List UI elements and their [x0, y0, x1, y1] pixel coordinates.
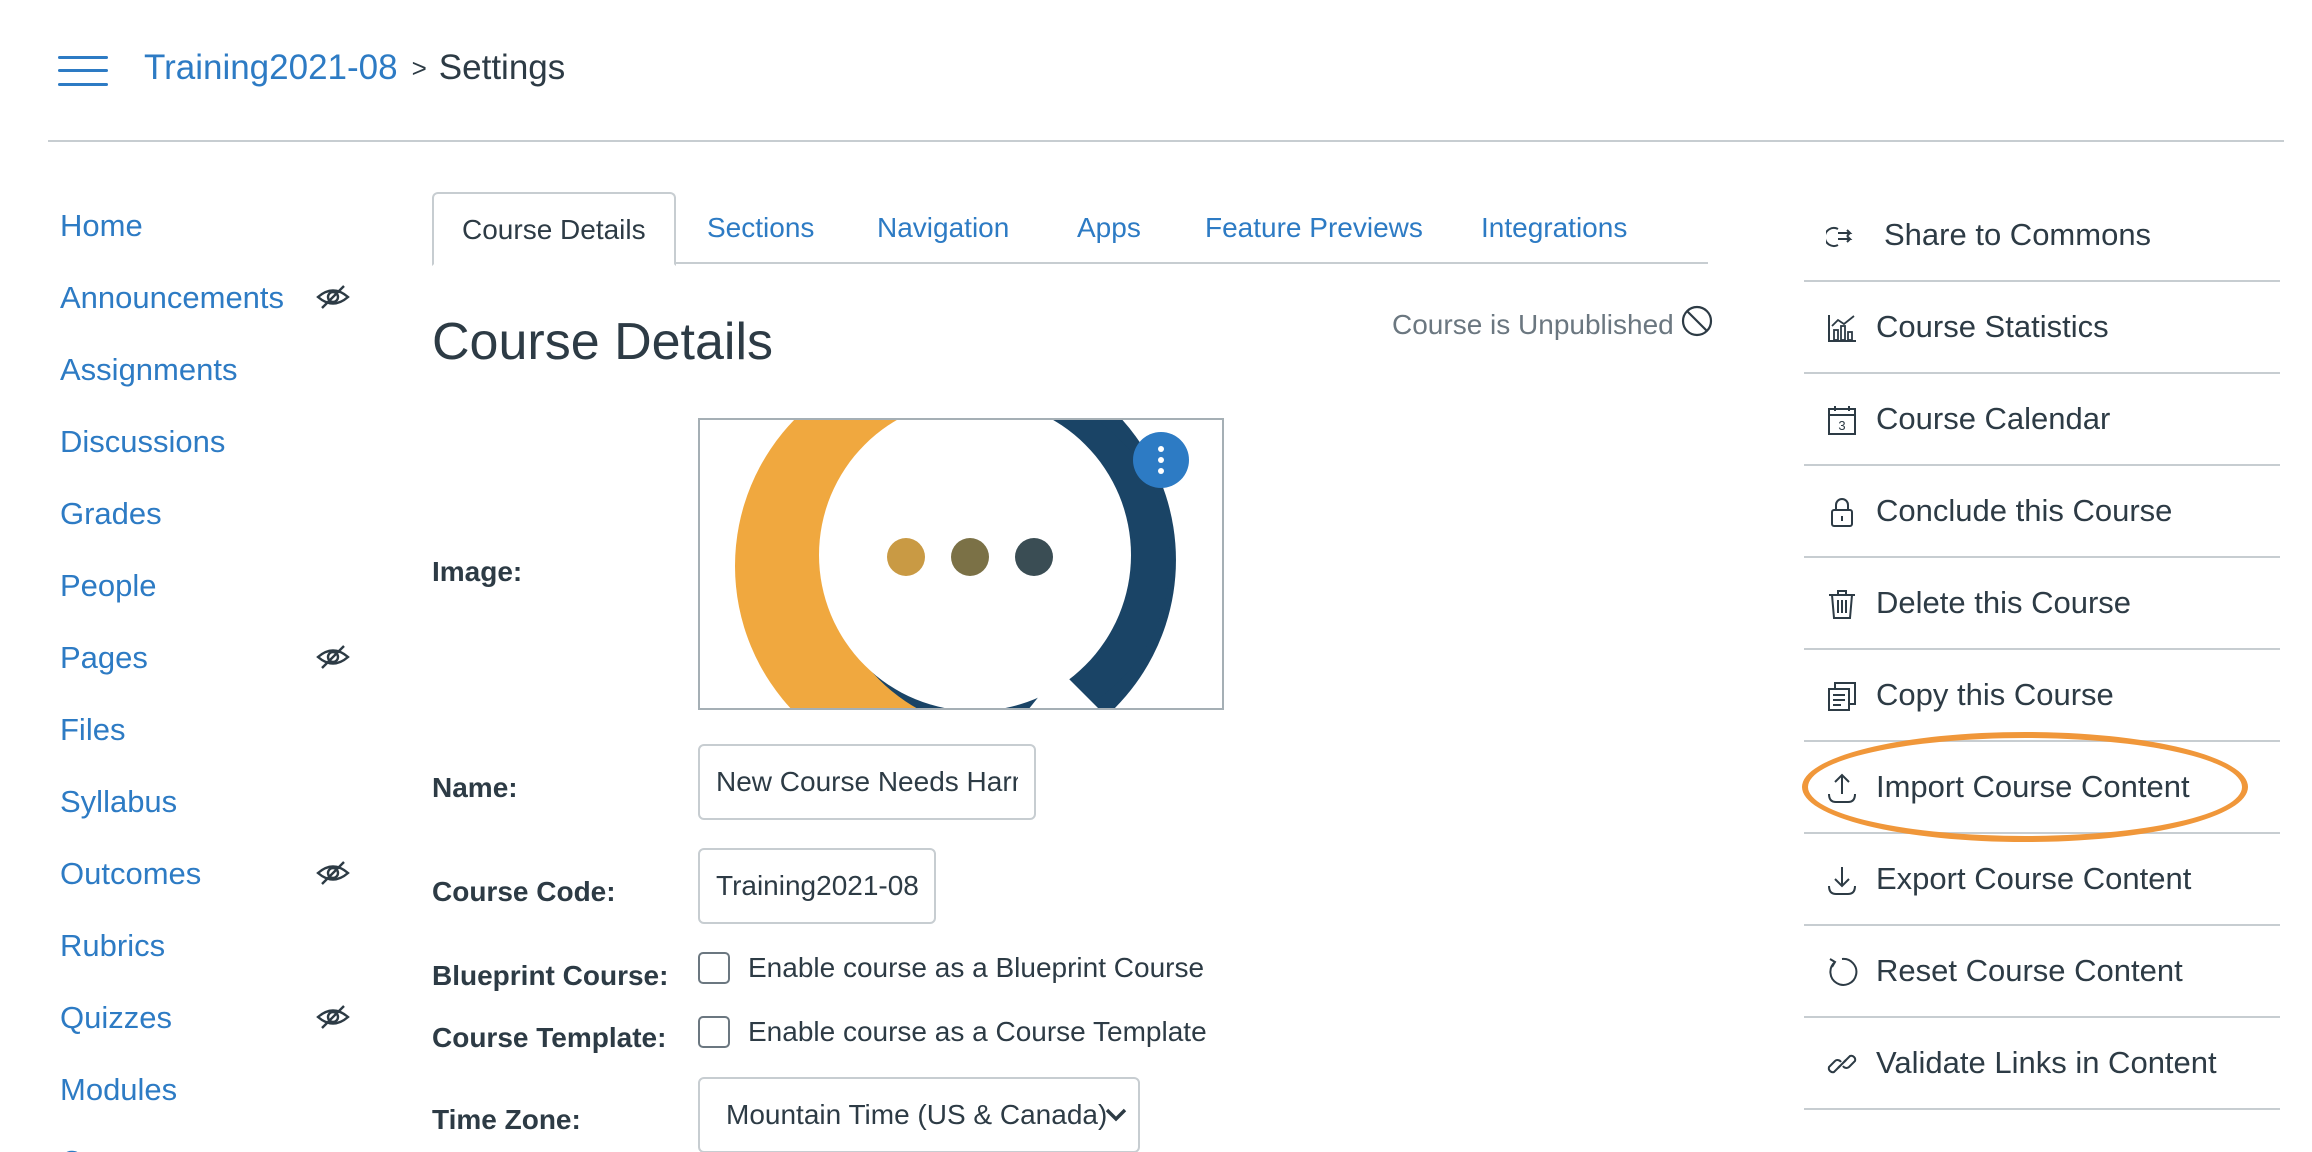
breadcrumb: Training2021-08 > Settings [144, 44, 565, 92]
publish-status: Course is Unpublished [1392, 304, 1714, 346]
nav-item-home[interactable]: Home [60, 190, 360, 262]
tab-course-details[interactable]: Course Details [432, 192, 676, 266]
import-course-content-button[interactable]: Import Course Content [1804, 742, 2280, 834]
validate-links-button[interactable]: Validate Links in Content [1804, 1018, 2280, 1110]
breadcrumb-course-link[interactable]: Training2021-08 [144, 48, 398, 87]
nav-item-people[interactable]: People [60, 550, 360, 622]
delete-course-button[interactable]: Delete this Course [1804, 558, 2280, 650]
tab-integrations[interactable]: Integrations [1481, 192, 1627, 264]
settings-tabs: Course Details Sections Navigation Apps … [432, 192, 1708, 266]
share-to-commons-label: Share to Commons [1884, 217, 2152, 252]
hidden-eye-icon [316, 861, 350, 885]
nav-item-modules[interactable]: Modules [60, 1054, 360, 1126]
tab-navigation[interactable]: Navigation [877, 192, 1009, 264]
page-title: Course Details [432, 313, 774, 371]
image-options-button[interactable] [1133, 432, 1189, 488]
breadcrumb-current: Settings [438, 48, 566, 87]
course-navigation: Home Announcements Assignments Discussio… [60, 190, 360, 1152]
share-to-commons-button[interactable]: Share to Commons [1804, 190, 2280, 282]
nav-item-pages[interactable]: Pages [60, 622, 360, 694]
nav-item-announcements[interactable]: Announcements [60, 262, 360, 334]
reset-icon [1829, 957, 1858, 986]
nav-item-files[interactable]: Files [60, 694, 360, 766]
breadcrumb-separator: > [411, 53, 427, 83]
timezone-label: Time Zone: [432, 1104, 581, 1135]
lock-icon [1831, 498, 1853, 527]
nav-item-syllabus[interactable]: Syllabus [60, 766, 360, 838]
delete-course-label: Delete this Course [1876, 585, 2132, 620]
link-icon [1827, 1054, 1857, 1074]
validate-links-label: Validate Links in Content [1876, 1045, 2217, 1080]
page-header: Training2021-08 > Settings [48, 0, 2284, 142]
tab-sections[interactable]: Sections [707, 192, 814, 264]
course-actions-sidebar: Share to Commons Course Statistics 3 Cou… [1804, 190, 2280, 1110]
export-course-content-button[interactable]: Export Course Content [1804, 834, 2280, 926]
publish-status-text: Course is Unpublished [1392, 309, 1674, 340]
calendar-day: 3 [1838, 418, 1845, 433]
trash-icon [1829, 590, 1855, 619]
hamburger-menu-icon[interactable] [58, 54, 108, 88]
template-label: Course Template: [432, 1022, 667, 1053]
blueprint-checkbox[interactable] [698, 952, 730, 984]
nav-item-rubrics[interactable]: Rubrics [60, 910, 360, 982]
import-course-content-label: Import Course Content [1876, 769, 2190, 804]
name-label: Name: [432, 772, 518, 803]
nav-item-assignments[interactable]: Assignments [60, 334, 360, 406]
hidden-eye-icon [316, 285, 350, 309]
hidden-eye-icon [316, 645, 350, 669]
template-checkbox[interactable] [698, 1016, 730, 1048]
tab-apps[interactable]: Apps [1077, 192, 1141, 264]
course-name-input[interactable] [698, 744, 1036, 820]
template-checkbox-label[interactable]: Enable course as a Course Template [748, 1014, 1207, 1050]
copy-course-label: Copy this Course [1876, 677, 2114, 712]
nav-item-discussions[interactable]: Discussions [60, 406, 360, 478]
image-label: Image: [432, 556, 523, 587]
reset-course-content-label: Reset Course Content [1876, 953, 2183, 988]
upload-icon [1828, 773, 1856, 803]
blueprint-checkbox-label[interactable]: Enable course as a Blueprint Course [748, 950, 1204, 986]
course-calendar-button[interactable]: 3 Course Calendar [1804, 374, 2280, 466]
course-calendar-label: Course Calendar [1876, 401, 2111, 436]
unpublished-icon [1681, 305, 1712, 337]
conclude-course-button[interactable]: Conclude this Course [1804, 466, 2280, 558]
course-statistics-button[interactable]: Course Statistics [1804, 282, 2280, 374]
conclude-course-label: Conclude this Course [1876, 493, 2173, 528]
chevron-down-icon [1105, 1108, 1127, 1122]
course-code-label: Course Code: [432, 876, 616, 907]
nav-item-grades[interactable]: Grades [60, 478, 360, 550]
nav-item-outcomes[interactable]: Outcomes [60, 838, 360, 910]
course-code-input[interactable] [698, 848, 936, 924]
export-course-content-label: Export Course Content [1876, 861, 2192, 896]
timezone-select[interactable]: Mountain Time (US & Canada) [698, 1077, 1140, 1152]
nav-item-quizzes[interactable]: Quizzes [60, 982, 360, 1054]
nav-item-partial[interactable]: Co [60, 1126, 360, 1152]
timezone-value: Mountain Time (US & Canada) [726, 1099, 1108, 1130]
copy-course-button[interactable]: Copy this Course [1804, 650, 2280, 742]
download-icon [1828, 867, 1856, 895]
statistics-icon [1828, 315, 1856, 342]
share-icon [1826, 227, 1853, 247]
tab-feature-previews[interactable]: Feature Previews [1205, 192, 1423, 264]
reset-course-content-button[interactable]: Reset Course Content [1804, 926, 2280, 1018]
copy-icon [1828, 682, 1856, 711]
hidden-eye-icon [316, 1005, 350, 1029]
blueprint-label: Blueprint Course: [432, 960, 669, 991]
course-statistics-label: Course Statistics [1876, 309, 2109, 344]
calendar-icon: 3 [1828, 406, 1856, 435]
